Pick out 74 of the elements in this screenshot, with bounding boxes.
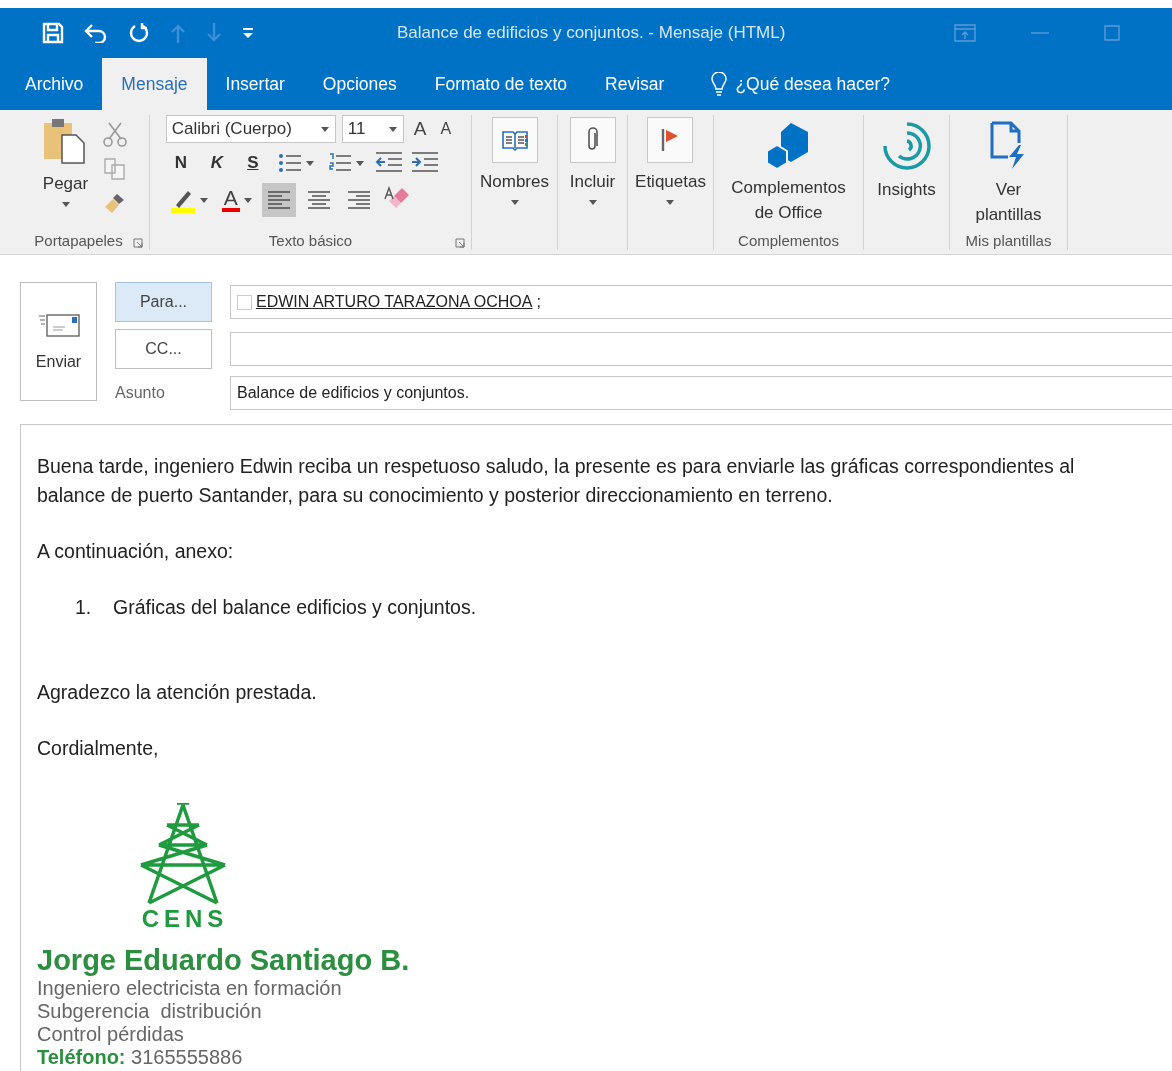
grow-font-button[interactable]: A xyxy=(409,118,431,140)
caret-icon xyxy=(243,197,252,203)
shrink-font-button[interactable]: A xyxy=(436,120,456,138)
signature-name: Jorge Eduardo Santiago B. xyxy=(37,943,411,977)
ribbon-button[interactable]: Insights xyxy=(874,115,939,204)
ribbon-tab[interactable]: Opciones xyxy=(303,58,416,110)
caret-icon xyxy=(388,126,397,132)
group-label: Complementos xyxy=(738,231,839,249)
caret-icon xyxy=(199,197,208,203)
signature-line: Ingeniero electricista en formación xyxy=(37,977,343,1000)
ribbon-tab[interactable]: Insertar xyxy=(206,58,304,110)
scissors-icon[interactable] xyxy=(102,121,127,147)
group-label: Texto básico xyxy=(268,231,353,249)
decrease-indent-icon[interactable] xyxy=(373,151,404,175)
to-field[interactable]: EDWIN ARTURO TARAZONA OCHOA ; xyxy=(230,285,1172,319)
bold-button[interactable]: N xyxy=(165,149,196,177)
underline-button[interactable]: S xyxy=(237,149,268,177)
undo-icon[interactable] xyxy=(84,23,108,43)
alignment-icon xyxy=(307,191,330,209)
font-size-dropdown[interactable]: 11 xyxy=(341,115,404,143)
alignment-icon xyxy=(347,191,370,209)
ribbon-button[interactable]: Nombres xyxy=(477,115,552,207)
ribbon-button[interactable]: Etiquetas xyxy=(632,115,709,207)
ribbon-tab[interactable]: Archivo xyxy=(6,58,103,110)
caret-icon xyxy=(355,160,364,166)
list-number: 1. xyxy=(75,595,93,620)
signature-phone: Teléfono: 3165555886 xyxy=(37,1046,244,1069)
flag-icon xyxy=(647,117,694,163)
align-left-button[interactable] xyxy=(261,183,296,217)
signature-line: Subgerencia distribución xyxy=(37,1000,263,1023)
cc-button[interactable]: CC... xyxy=(115,329,212,369)
tell-me-field[interactable]: ¿Qué desea hacer? xyxy=(735,73,891,95)
paste-button[interactable]: Pegar xyxy=(38,115,93,215)
caret-icon xyxy=(320,126,329,132)
ribbon-button[interactable]: Ver plantillas xyxy=(972,115,1045,229)
subject-field[interactable]: Balance de edificios y conjuntos. xyxy=(230,376,1172,410)
envelope-icon xyxy=(37,312,80,337)
insights-icon xyxy=(881,121,932,171)
paperclip-icon xyxy=(569,117,616,163)
redo-icon[interactable] xyxy=(128,22,150,44)
window-title: Balance de edificios y conjuntos. - Mensaje (HTML) xyxy=(397,23,787,43)
body-paragraph: Cordialmente, xyxy=(37,736,160,761)
send-button[interactable]: Enviar xyxy=(20,282,97,401)
signature-line: Control pérdidas xyxy=(37,1023,185,1046)
font-name-dropdown[interactable]: Calibri (Cuerpo) xyxy=(165,115,336,143)
italic-button[interactable]: K xyxy=(201,149,232,177)
ribbon-button[interactable]: Incluir xyxy=(566,115,619,207)
body-paragraph: A continuación, anexo: xyxy=(37,539,235,564)
ribbon-tab[interactable]: Formato de texto xyxy=(415,58,587,110)
address-book-icon xyxy=(491,117,538,163)
group-label: Portapapeles xyxy=(34,231,123,249)
to-button[interactable]: Para... xyxy=(115,282,212,322)
copy-icon[interactable] xyxy=(102,157,127,181)
font-color-button[interactable]: A xyxy=(217,184,256,216)
cc-field[interactable] xyxy=(230,332,1172,366)
logo-text: CENS xyxy=(141,905,229,933)
body-paragraph: Buena tarde, ingeniero Edwin reciba un respetuoso saludo, la presente es para enviarle las gráficas correspondientes al balance de puerto Santander, para su conocimiento y posterior direccionamiento en terreno. xyxy=(37,454,1076,508)
group-label: Mis plantillas xyxy=(965,231,1052,249)
body-paragraph: Agradezco la atención prestada. xyxy=(37,680,318,705)
caret-icon xyxy=(305,160,314,166)
save-icon[interactable] xyxy=(42,22,64,44)
ribbon-tab[interactable]: Revisar xyxy=(586,58,684,110)
subject-label: Asunto xyxy=(115,384,166,402)
numbered-list-icon xyxy=(327,152,352,174)
alignment-icon xyxy=(267,191,290,209)
ribbon-tab[interactable]: Mensaje xyxy=(102,58,207,110)
dialog-launcher-icon[interactable] xyxy=(455,238,465,248)
dialog-launcher-icon[interactable] xyxy=(133,238,143,248)
increase-indent-icon[interactable] xyxy=(409,151,440,175)
customize-icon[interactable] xyxy=(242,27,254,39)
bullet-list-icon xyxy=(277,152,302,174)
ribbon-button[interactable]: Complementos de Office xyxy=(728,115,849,227)
lightbulb-icon xyxy=(711,72,728,96)
list-item: Gráficas del balance edificios y conjuntos. xyxy=(113,595,477,620)
